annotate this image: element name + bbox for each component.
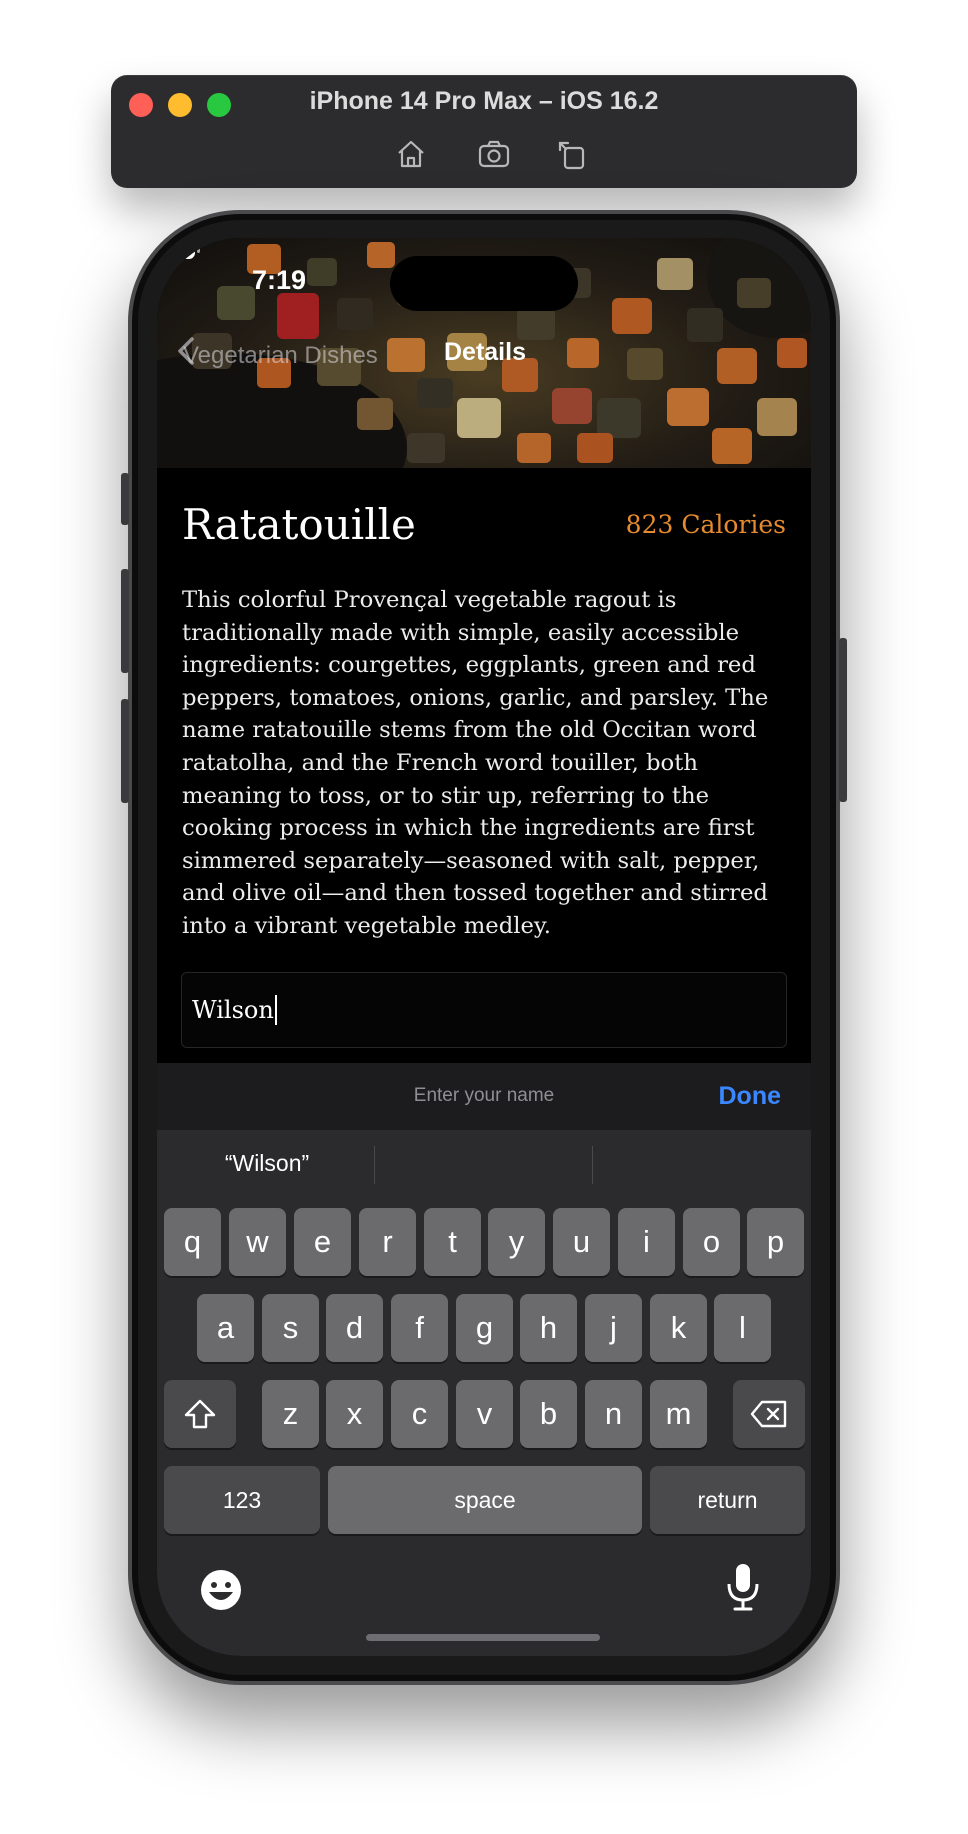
key-q[interactable]: q: [164, 1208, 221, 1276]
key-r[interactable]: r: [359, 1208, 416, 1276]
autocorrect-suggestion[interactable]: “Wilson”: [157, 1150, 377, 1177]
recipe-description: This colorful Provençal vegetable ragout…: [182, 587, 769, 939]
key-m[interactable]: m: [650, 1380, 707, 1448]
back-button[interactable]: Vegetarian Dishes: [175, 336, 378, 376]
backspace-icon: [750, 1400, 787, 1428]
key-y[interactable]: y: [488, 1208, 545, 1276]
key-w[interactable]: w: [229, 1208, 286, 1276]
emoji-icon: [201, 1570, 241, 1610]
recipe-hero-image: 7:19 Vegetarian Dishes Details: [157, 238, 811, 468]
status-bar-time: 7:19: [252, 265, 307, 295]
key-c[interactable]: c: [391, 1380, 448, 1448]
name-input[interactable]: Wilson: [181, 972, 787, 1048]
input-accessory-bar: Enter your name Done: [157, 1063, 811, 1130]
simulator-title-bar: iPhone 14 Pro Max – iOS 16.2: [111, 75, 857, 188]
key-t[interactable]: t: [424, 1208, 481, 1276]
accessory-hint: Enter your name: [413, 1085, 555, 1106]
key-l[interactable]: l: [714, 1294, 771, 1362]
key-o[interactable]: o: [683, 1208, 740, 1276]
key-b[interactable]: b: [520, 1380, 577, 1448]
key-d[interactable]: d: [326, 1294, 383, 1362]
dictation-button[interactable]: [725, 1562, 761, 1612]
microphone-icon: [727, 1564, 759, 1611]
done-button[interactable]: Done: [719, 1082, 782, 1111]
delete-key[interactable]: [733, 1380, 805, 1448]
key-g[interactable]: g: [456, 1294, 513, 1362]
suggestion-divider: [592, 1146, 593, 1184]
simulator-title: iPhone 14 Pro Max – iOS 16.2: [309, 87, 659, 115]
key-z[interactable]: z: [262, 1380, 319, 1448]
key-n[interactable]: n: [585, 1380, 642, 1448]
numbers-key[interactable]: 123: [164, 1466, 320, 1534]
key-k[interactable]: k: [650, 1294, 707, 1362]
back-button-label: Vegetarian Dishes: [183, 342, 378, 369]
return-key[interactable]: return: [650, 1466, 805, 1534]
keyboard: “Wilson” q w e r t y u i o p a s d f g h…: [157, 1130, 811, 1656]
key-i[interactable]: i: [618, 1208, 675, 1276]
emoji-button[interactable]: [199, 1568, 243, 1612]
nav-title: Details: [444, 338, 526, 366]
key-f[interactable]: f: [391, 1294, 448, 1362]
autocorrect-suggestion-empty[interactable]: [595, 1130, 811, 1200]
space-key[interactable]: space: [328, 1466, 642, 1534]
key-e[interactable]: e: [294, 1208, 351, 1276]
shift-icon: [184, 1399, 216, 1429]
key-j[interactable]: j: [585, 1294, 642, 1362]
name-input-value: Wilson: [192, 996, 274, 1024]
key-x[interactable]: x: [326, 1380, 383, 1448]
power-button: [839, 638, 847, 802]
volume-up-button: [121, 569, 129, 673]
shift-key[interactable]: [164, 1380, 236, 1448]
recipe-title: Ratatouille: [182, 500, 416, 549]
chevron-left-icon: [178, 337, 194, 365]
action-button: [121, 473, 129, 525]
key-a[interactable]: a: [197, 1294, 254, 1362]
key-p[interactable]: p: [747, 1208, 804, 1276]
autocorrect-suggestion-empty[interactable]: [377, 1130, 592, 1200]
key-h[interactable]: h: [520, 1294, 577, 1362]
volume-down-button: [121, 699, 129, 803]
key-u[interactable]: u: [553, 1208, 610, 1276]
battery-icon: [158, 239, 200, 259]
key-v[interactable]: v: [456, 1380, 513, 1448]
rotate-icon[interactable]: [552, 134, 592, 174]
suggestion-divider: [374, 1146, 375, 1184]
screenshot-icon[interactable]: [474, 134, 514, 174]
dynamic-island: [390, 256, 578, 311]
text-cursor: [274, 995, 277, 1025]
calories-label: 823 Calories: [625, 510, 786, 539]
phone-screen: 7:19 Vegetarian Dishes Details Ratatouil…: [157, 238, 811, 1656]
home-icon[interactable]: [391, 134, 431, 174]
home-indicator: [366, 1634, 600, 1641]
key-s[interactable]: s: [262, 1294, 319, 1362]
